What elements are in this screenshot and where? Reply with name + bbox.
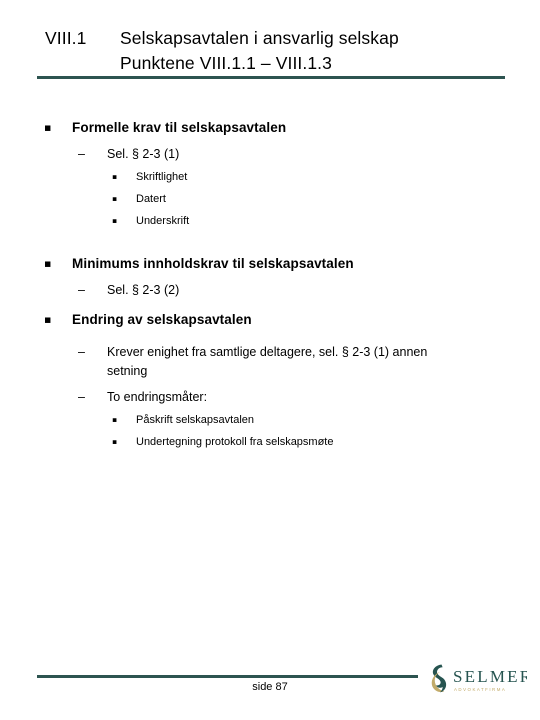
dash-bullet-icon: – — [78, 147, 85, 161]
bullet-text: Undertegning protokoll fra selskapsmøte — [136, 436, 334, 448]
bullet-text: Underskrift — [136, 215, 190, 227]
bullet-text: Minimums innholdskrav til selskapsavtale… — [72, 256, 354, 271]
title-line-2: Punktene VIII.1.1 – VIII.1.3 — [120, 53, 332, 73]
square-bullet-icon: ▪ — [44, 313, 52, 326]
slide-title: VIII.1 Selskapsavtalen i ansvarlig selsk… — [45, 26, 507, 76]
bullet-level2: – Krever enighet fra samtlige deltagere,… — [0, 343, 540, 381]
bullet-level2: – Sel. § 2-3 (1) — [0, 145, 540, 164]
small-square-bullet-icon: ▪ — [112, 437, 118, 446]
logo-tagline: ADVOKATFIRMA — [454, 687, 506, 692]
selmer-logo: SELMER ADVOKATFIRMA — [427, 661, 527, 705]
title-number: VIII.1 — [45, 28, 87, 48]
title-line-1: VIII.1 Selskapsavtalen i ansvarlig selsk… — [45, 26, 507, 51]
bullet-level3: ▪ Underskrift — [0, 212, 540, 230]
dash-bullet-icon: – — [78, 345, 85, 359]
bullet-level1: ▪ Minimums innholdskrav til selskapsavta… — [0, 254, 540, 274]
bullet-text: Datert — [136, 193, 166, 205]
dash-bullet-icon: – — [78, 283, 85, 297]
bullet-text: Krever enighet fra samtlige deltagere, s… — [107, 345, 428, 378]
bullet-level2: – Sel. § 2-3 (2) — [0, 281, 540, 300]
bullet-text: Påskrift selskapsavtalen — [136, 414, 254, 426]
square-bullet-icon: ▪ — [44, 257, 52, 270]
bullet-level1: ▪ Endring av selskapsavtalen — [0, 310, 540, 330]
small-square-bullet-icon: ▪ — [112, 194, 118, 203]
bullet-text: Skriftlighet — [136, 171, 188, 183]
title-divider-rule — [37, 76, 505, 79]
bullet-text: Endring av selskapsavtalen — [72, 312, 252, 327]
bullet-text: To endringsmåter: — [107, 390, 208, 404]
footer-divider-rule — [37, 675, 418, 678]
selmer-logo-svg: SELMER ADVOKATFIRMA — [431, 664, 527, 693]
bullet-level3: ▪ Datert — [0, 190, 540, 208]
bullet-text: Sel. § 2-3 (1) — [107, 147, 180, 161]
leaf-mark-icon — [431, 664, 447, 693]
logo-wordmark: SELMER — [453, 667, 527, 686]
title-main-text: Selskapsavtalen i ansvarlig selskap — [120, 28, 399, 48]
small-square-bullet-icon: ▪ — [112, 172, 118, 181]
bullet-level3: ▪ Undertegning protokoll fra selskapsmøt… — [0, 433, 540, 451]
dash-bullet-icon: – — [78, 390, 85, 404]
small-square-bullet-icon: ▪ — [112, 415, 118, 424]
bullet-level3: ▪ Skriftlighet — [0, 168, 540, 186]
bullet-level1: ▪ Formelle krav til selskapsavtalen — [0, 118, 540, 138]
small-square-bullet-icon: ▪ — [112, 216, 118, 225]
slide-body: ▪ Formelle krav til selskapsavtalen – Se… — [0, 108, 540, 451]
bullet-text: Formelle krav til selskapsavtalen — [72, 120, 287, 135]
bullet-level3: ▪ Påskrift selskapsavtalen — [0, 411, 540, 429]
bullet-level2: – To endringsmåter: — [0, 388, 540, 407]
bullet-text: Sel. § 2-3 (2) — [107, 283, 180, 297]
square-bullet-icon: ▪ — [44, 121, 52, 134]
